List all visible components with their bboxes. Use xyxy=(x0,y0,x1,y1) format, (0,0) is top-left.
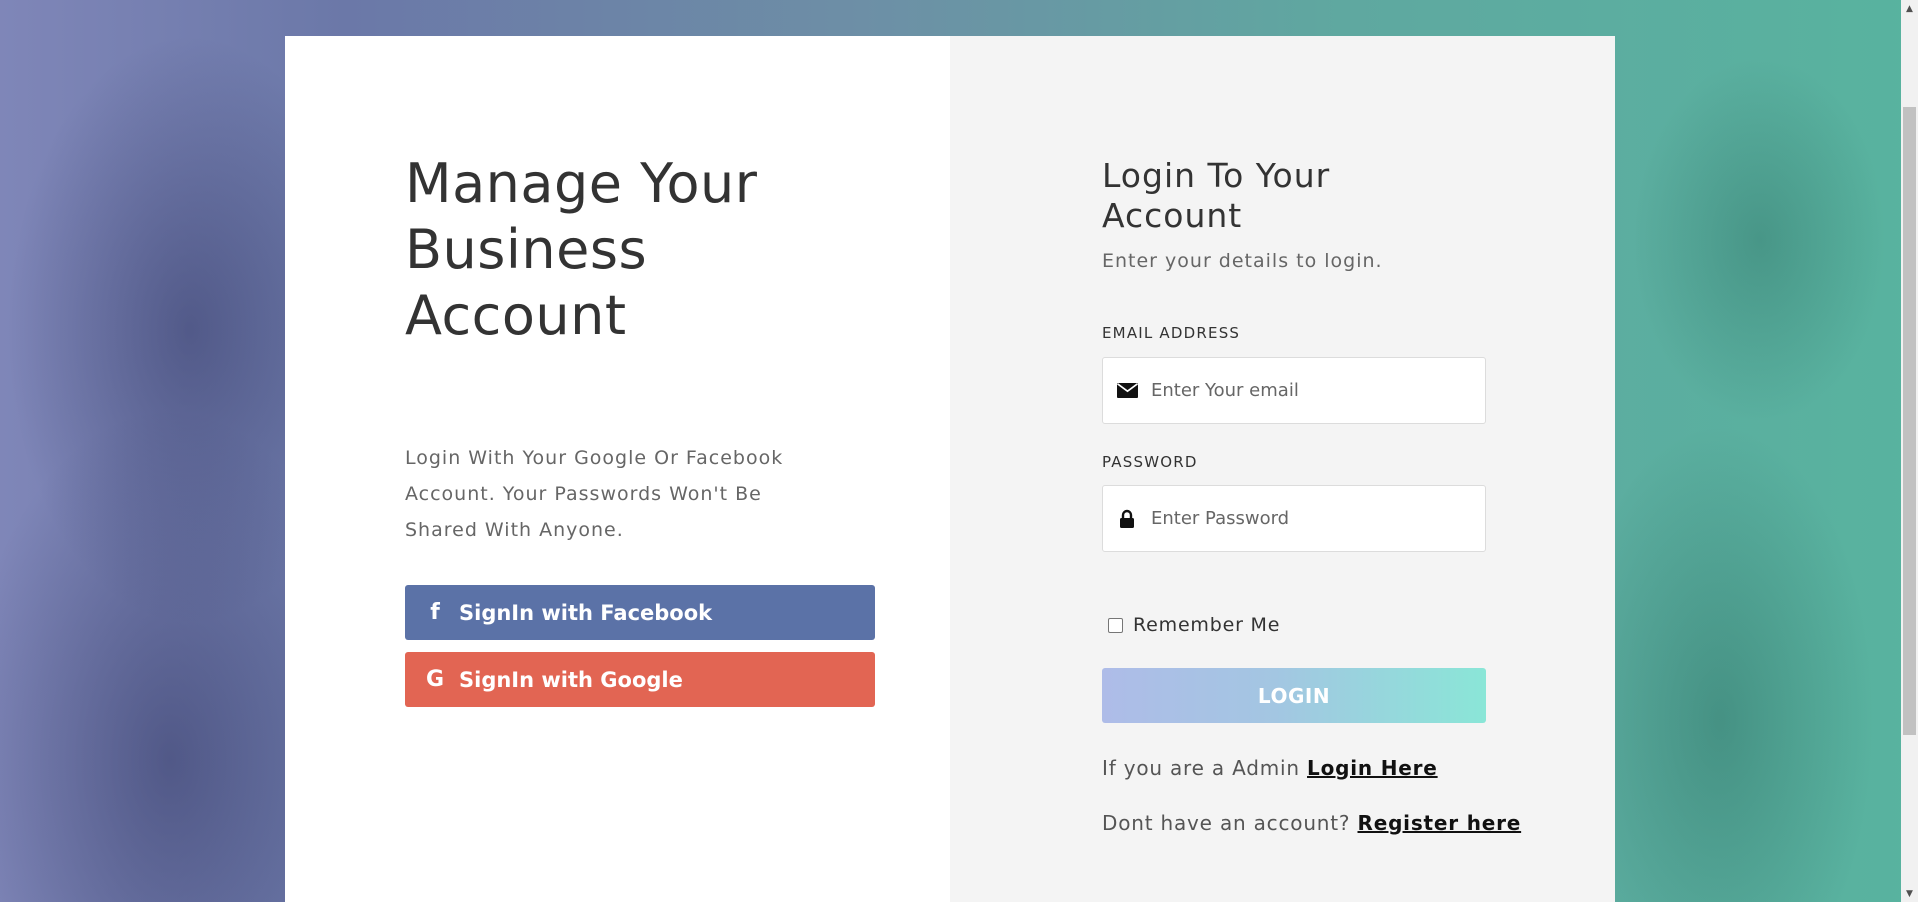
scroll-down-icon[interactable]: ▼ xyxy=(1901,885,1918,902)
scrollbar-thumb[interactable] xyxy=(1903,107,1916,735)
form-title: Login To Your Account xyxy=(1102,156,1331,235)
admin-prompt: If you are a Admin xyxy=(1102,756,1300,780)
signin-facebook-button[interactable]: f SignIn with Facebook xyxy=(405,585,875,640)
password-label: PASSWORD xyxy=(1102,453,1198,471)
email-label: EMAIL ADDRESS xyxy=(1102,324,1241,342)
register-prompt: Dont have an account? xyxy=(1102,811,1351,835)
remember-label[interactable]: Remember Me xyxy=(1133,614,1280,636)
register-line: Dont have an account? Register here xyxy=(1102,811,1521,835)
admin-login-link[interactable]: Login Here xyxy=(1307,756,1438,780)
email-input[interactable] xyxy=(1149,379,1473,402)
login-card: Manage Your Business Account Login With … xyxy=(285,36,1615,902)
signin-google-button[interactable]: G SignIn with Google xyxy=(405,652,875,707)
signin-facebook-label: SignIn with Facebook xyxy=(459,600,713,625)
remember-me: Remember Me xyxy=(1102,614,1280,636)
page-scrollbar[interactable]: ▲ ▼ xyxy=(1901,0,1918,902)
page-headline: Manage Your Business Account xyxy=(405,152,758,347)
google-icon: G xyxy=(425,667,445,692)
lock-icon xyxy=(1115,507,1139,531)
intro-panel: Manage Your Business Account Login With … xyxy=(285,36,950,902)
intro-text: Login With Your Google Or Facebook Accou… xyxy=(405,447,784,541)
facebook-icon: f xyxy=(430,600,440,625)
password-input[interactable] xyxy=(1149,507,1473,530)
envelope-icon xyxy=(1115,379,1139,403)
form-subtitle: Enter your details to login. xyxy=(1102,250,1383,272)
password-field[interactable] xyxy=(1102,485,1486,552)
remember-checkbox[interactable] xyxy=(1108,617,1123,633)
admin-login-line: If you are a Admin Login Here xyxy=(1102,756,1438,780)
signin-google-label: SignIn with Google xyxy=(459,667,683,692)
login-button[interactable]: LOGIN xyxy=(1102,668,1486,723)
register-link[interactable]: Register here xyxy=(1358,811,1522,835)
form-panel: Login To Your Account Enter your details… xyxy=(950,36,1615,902)
scroll-up-icon[interactable]: ▲ xyxy=(1901,0,1918,17)
email-field[interactable] xyxy=(1102,357,1486,424)
